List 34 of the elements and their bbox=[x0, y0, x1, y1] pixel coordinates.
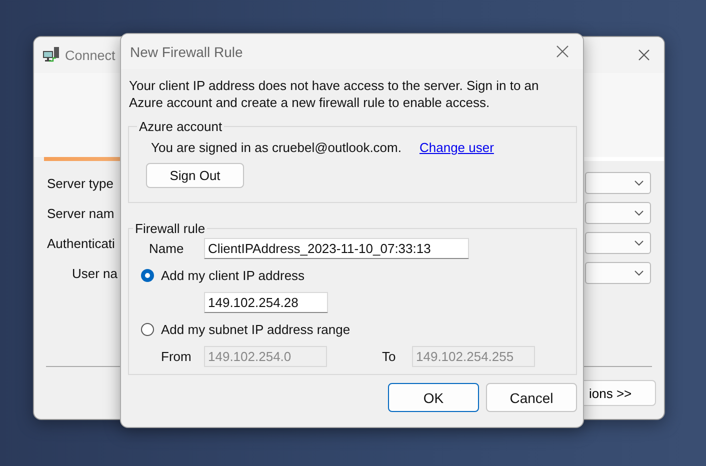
sign-out-button[interactable]: Sign Out bbox=[146, 163, 244, 188]
dropdown-field[interactable] bbox=[585, 232, 651, 254]
radio-button[interactable] bbox=[141, 323, 154, 336]
dropdown-field[interactable] bbox=[585, 172, 651, 194]
group-legend: Azure account bbox=[137, 119, 224, 134]
field-label: Server nam bbox=[47, 206, 114, 221]
chevron-down-icon bbox=[634, 270, 644, 276]
cancel-button[interactable]: Cancel bbox=[486, 383, 577, 412]
field-label: Server type bbox=[47, 176, 114, 191]
dialog-title: New Firewall Rule bbox=[130, 44, 243, 60]
name-field[interactable]: ClientIPAddress_2023-11-10_07:33:13 bbox=[204, 238, 469, 259]
radio-label[interactable]: Add my subnet IP address range bbox=[161, 322, 350, 337]
signed-in-text: You are signed in as cruebel@outlook.com. bbox=[151, 140, 402, 155]
from-label: From bbox=[160, 349, 192, 364]
ip-address-field[interactable]: 149.102.254.28 bbox=[204, 292, 328, 313]
window-title: Connect bbox=[65, 48, 116, 62]
chevron-down-icon bbox=[634, 240, 644, 246]
chevron-down-icon bbox=[634, 180, 644, 186]
group-legend: Firewall rule bbox=[133, 221, 208, 236]
chevron-down-icon bbox=[634, 210, 644, 216]
name-label: Name bbox=[148, 241, 185, 256]
field-label: Authenticati bbox=[47, 236, 115, 251]
message-text: Your client IP address does not have access to the server. Sign in to an Azure account and create a new firewall rule to enable access. bbox=[129, 77, 540, 111]
field-label: User na bbox=[72, 266, 118, 281]
radio-label[interactable]: Add my client IP address bbox=[161, 268, 305, 283]
dropdown-field[interactable] bbox=[585, 202, 651, 224]
change-user-link[interactable]: Change user bbox=[419, 140, 494, 155]
dropdown-field[interactable] bbox=[585, 262, 651, 284]
computer-icon bbox=[42, 47, 60, 63]
radio-button[interactable] bbox=[141, 269, 154, 282]
ok-button[interactable]: OK bbox=[388, 383, 479, 412]
to-label: To bbox=[381, 349, 397, 364]
close-icon[interactable] bbox=[556, 45, 569, 58]
close-icon[interactable] bbox=[638, 49, 650, 61]
